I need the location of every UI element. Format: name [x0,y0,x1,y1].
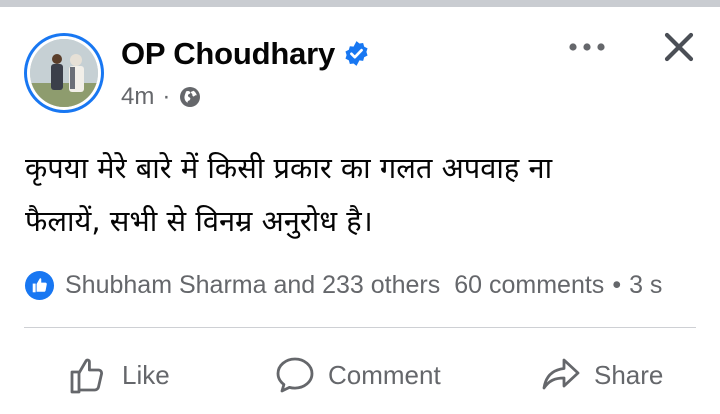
like-label: Like [122,359,170,390]
comment-button[interactable]: Comment [274,348,441,402]
like-reaction-icon [24,270,55,300]
post-text-line: कृपया मेरे बारे में किसी प्रकार का गलत अ… [25,151,553,185]
post-text: कृपया मेरे बारे में किसी प्रकार का गलत अ… [25,142,685,248]
reactions-summary[interactable]: Shubham Sharma and 233 others 60 comment… [24,268,662,302]
reactions-separator: • [612,270,622,299]
post-text-line: फैलायें, सभी से विनम्र अनुरोध है। [25,204,373,238]
post-timestamp[interactable]: 4m [121,83,154,111]
avatar[interactable] [24,33,104,113]
globe-icon[interactable] [178,85,202,109]
meta-separator: · [162,83,171,110]
author-name[interactable]: OP Choudhary [121,36,335,72]
verified-badge-icon [345,41,368,66]
shares-count[interactable]: 3 s [629,271,662,300]
avatar-ring [27,36,101,110]
close-icon [664,32,694,62]
more-options-button[interactable] [565,32,609,62]
divider [24,327,696,328]
thumbs-up-icon [70,358,103,394]
share-arrow-icon [542,358,580,390]
avatar-photo [30,39,98,107]
share-button[interactable]: Share [540,348,663,402]
avatar-figures [30,39,98,107]
close-button[interactable] [655,23,703,71]
comment-bubble-icon [276,357,314,393]
comment-label: Comment [328,359,441,390]
share-label: Share [594,359,664,390]
comments-count[interactable]: 60 comments [454,271,604,300]
more-options-icon [569,43,605,51]
top-edge-strip [0,0,720,7]
post-meta: 4m · [121,83,202,111]
like-button[interactable]: Like [68,348,170,402]
action-bar: Like Comment Share [0,348,720,402]
likers-text[interactable]: Shubham Sharma and 233 others [65,271,440,300]
